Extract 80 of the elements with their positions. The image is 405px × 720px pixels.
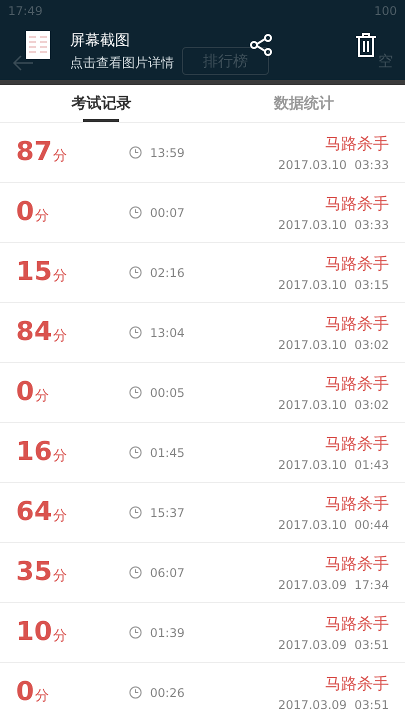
score-unit: 分 (35, 687, 50, 706)
exam-name: 马路杀手 (325, 192, 389, 214)
exam-name: 马路杀手 (325, 372, 389, 394)
exam-date: 2017.03.10 01:43 (278, 456, 389, 474)
clock-icon (129, 626, 142, 639)
record-row[interactable]: 0分 00:26 马路杀手 2017.03.09 03:51 (0, 663, 405, 720)
score-unit: 分 (53, 447, 68, 466)
duration-text: 15:37 (150, 504, 185, 522)
back-icon[interactable] (12, 55, 34, 71)
clock-icon (129, 206, 142, 219)
score-unit: 分 (53, 507, 68, 526)
clock-icon (129, 326, 142, 339)
score-unit: 分 (35, 207, 50, 226)
duration-text: 06:07 (150, 564, 185, 582)
exam-date: 2017.03.10 03:33 (278, 156, 389, 174)
record-row[interactable]: 10分 01:39 马路杀手 2017.03.09 03:51 (0, 603, 405, 663)
record-row[interactable]: 87分 13:59 马路杀手 2017.03.10 03:33 (0, 123, 405, 183)
record-row[interactable]: 35分 06:07 马路杀手 2017.03.09 17:34 (0, 543, 405, 603)
share-icon[interactable] (249, 33, 273, 57)
screenshot-thumbnail-icon (26, 31, 50, 59)
exam-name: 马路杀手 (325, 612, 389, 634)
exam-date: 2017.03.10 03:02 (278, 336, 389, 354)
score-value: 16 (16, 436, 52, 469)
score-unit: 分 (35, 387, 50, 406)
exam-name: 马路杀手 (325, 492, 389, 514)
exam-date: 2017.03.09 03:51 (278, 696, 389, 714)
duration-text: 00:05 (150, 384, 185, 402)
clock-icon (129, 506, 142, 519)
score-value: 35 (16, 556, 52, 589)
duration-text: 13:04 (150, 324, 185, 342)
clock-icon (129, 386, 142, 399)
exam-date: 2017.03.10 00:44 (278, 516, 389, 534)
exam-name: 马路杀手 (325, 672, 389, 694)
score-unit: 分 (53, 267, 68, 286)
exam-name: 马路杀手 (325, 552, 389, 574)
score-value: 0 (16, 196, 34, 229)
score-unit: 分 (53, 327, 68, 346)
duration-text: 13:59 (150, 144, 185, 162)
duration-text: 00:07 (150, 204, 185, 222)
exam-date: 2017.03.10 03:33 (278, 216, 389, 234)
delete-icon[interactable] (355, 33, 377, 57)
score-value: 87 (16, 136, 52, 169)
duration-text: 00:26 (150, 684, 185, 702)
score-unit: 分 (53, 627, 68, 646)
record-row[interactable]: 15分 02:16 马路杀手 2017.03.10 03:15 (0, 243, 405, 303)
exam-name: 马路杀手 (325, 312, 389, 334)
clock-icon (129, 686, 142, 699)
exam-date: 2017.03.09 17:34 (278, 576, 389, 594)
battery-level: 100 (374, 3, 397, 20)
score-value: 0 (16, 376, 34, 409)
duration-text: 02:16 (150, 264, 185, 282)
exam-date: 2017.03.10 03:15 (278, 276, 389, 294)
duration-text: 01:39 (150, 624, 185, 642)
notification-subtitle[interactable]: 点击查看图片详情 (70, 54, 174, 73)
status-time: 17:49 (8, 3, 43, 20)
score-value: 64 (16, 496, 52, 529)
exam-name: 马路杀手 (325, 132, 389, 154)
record-row[interactable]: 64分 15:37 马路杀手 2017.03.10 00:44 (0, 483, 405, 543)
exam-name: 马路杀手 (325, 252, 389, 274)
exam-date: 2017.03.10 03:02 (278, 396, 389, 414)
score-unit: 分 (53, 567, 68, 586)
clock-icon (129, 146, 142, 159)
notification-title[interactable]: 屏幕截图 (70, 29, 174, 52)
score-value: 0 (16, 676, 34, 709)
tab[interactable]: 考试记录 (0, 85, 202, 122)
record-row[interactable]: 0分 00:07 马路杀手 2017.03.10 03:33 (0, 183, 405, 243)
record-row[interactable]: 0分 00:05 马路杀手 2017.03.10 03:02 (0, 363, 405, 423)
duration-text: 01:45 (150, 444, 185, 462)
tab[interactable]: 数据统计 (202, 85, 405, 122)
score-value: 10 (16, 616, 52, 649)
record-row[interactable]: 84分 13:04 马路杀手 2017.03.10 03:02 (0, 303, 405, 363)
clock-icon (129, 566, 142, 579)
record-row[interactable]: 16分 01:45 马路杀手 2017.03.10 01:43 (0, 423, 405, 483)
clock-icon (129, 446, 142, 459)
exam-date: 2017.03.09 03:51 (278, 636, 389, 654)
clock-icon (129, 266, 142, 279)
score-value: 84 (16, 316, 52, 349)
score-unit: 分 (53, 147, 68, 166)
score-value: 15 (16, 256, 52, 289)
exam-name: 马路杀手 (325, 432, 389, 454)
